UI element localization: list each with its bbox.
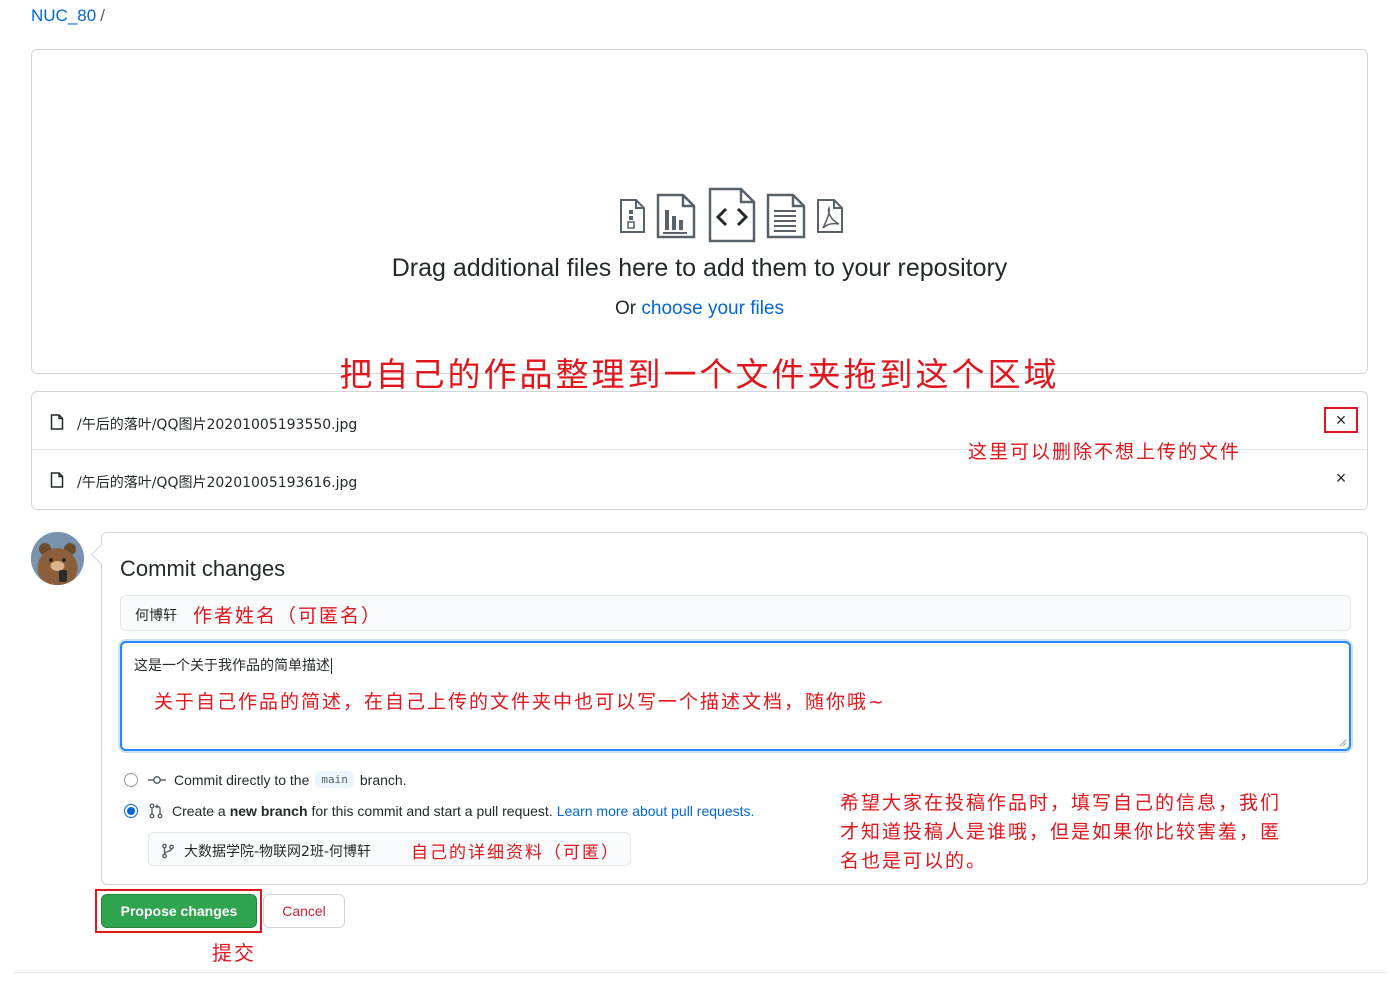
file-dropzone[interactable]: Drag additional files here to add them t… bbox=[31, 49, 1368, 394]
description-annotation: 关于自己作品的简述，在自己上传的文件夹中也可以写一个描述文档，随你哦~ bbox=[154, 691, 886, 713]
new-branch-radio[interactable] bbox=[124, 804, 138, 818]
commit-direct-option[interactable]: Commit directly to the main branch. bbox=[124, 771, 407, 788]
file-pdf-icon bbox=[817, 199, 843, 233]
choose-files-link[interactable]: choose your files bbox=[641, 298, 784, 319]
propose-changes-button[interactable]: Propose changes bbox=[101, 894, 257, 928]
learn-more-pr-link[interactable]: Learn more about pull requests. bbox=[557, 803, 755, 819]
delete-annotation: 这里可以删除不想上传的文件 bbox=[968, 441, 1242, 463]
new-branch-suffix: for this commit and start a pull request… bbox=[311, 803, 553, 819]
new-branch-bold: new branch bbox=[229, 803, 308, 819]
branch-name-chip: main bbox=[315, 771, 354, 788]
commit-direct-radio[interactable] bbox=[124, 772, 138, 787]
branch-name-input[interactable]: 大数据学院-物联网2班-何博轩 自己的详细资料（可匿） bbox=[148, 832, 631, 866]
git-branch-icon bbox=[162, 843, 174, 859]
commit-direct-prefix: Commit directly to the bbox=[174, 771, 310, 788]
git-commit-icon bbox=[148, 775, 166, 784]
info-annotation: 希望大家在投稿作品时，填写自己的信息，我们才知道投稿人是谁哦，但是如果你比较害羞… bbox=[840, 792, 1282, 872]
resize-grip-icon[interactable] bbox=[1339, 739, 1347, 747]
repo-link[interactable]: NUC_80 bbox=[31, 6, 96, 25]
file-zip-icon bbox=[620, 199, 645, 233]
commit-direct-suffix: branch. bbox=[359, 771, 407, 788]
submit-annotation: 提交 bbox=[212, 941, 256, 965]
file-text-icon bbox=[766, 193, 806, 239]
file-type-icons bbox=[617, 186, 849, 244]
commit-title: Commit changes bbox=[120, 556, 286, 581]
pull-request-icon bbox=[149, 803, 163, 819]
breadcrumb: NUC_80/ bbox=[31, 6, 105, 26]
branch-name-value: 大数据学院-物联网2班-何博轩 bbox=[184, 844, 372, 860]
commit-description-textarea[interactable]: 这是一个关于我作品的简单描述 关于自己作品的简述，在自己上传的文件夹中也可以写一… bbox=[120, 641, 1351, 751]
commit-description-value: 这是一个关于我作品的简单描述 bbox=[134, 655, 332, 675]
file-icon bbox=[50, 472, 64, 488]
file-name: /午后的落叶/QQ图片20201005193616.jpg bbox=[77, 475, 358, 491]
commit-summary-value: 何博轩 bbox=[135, 608, 177, 624]
breadcrumb-separator: / bbox=[100, 6, 105, 25]
file-icon bbox=[50, 414, 64, 430]
remove-file-button[interactable]: × bbox=[1324, 407, 1358, 433]
or-text: Or bbox=[615, 298, 637, 319]
new-branch-option[interactable]: Create a new branch for this commit and … bbox=[124, 803, 754, 819]
summary-annotation: 作者姓名（可匿名） bbox=[193, 605, 383, 627]
dropzone-subtitle: Or choose your files bbox=[32, 298, 1367, 320]
file-chart-icon bbox=[656, 193, 696, 239]
dropzone-title: Drag additional files here to add them t… bbox=[391, 254, 1008, 282]
branch-annotation: 自己的详细资料（可匿） bbox=[411, 843, 620, 863]
avatar[interactable] bbox=[31, 532, 84, 585]
remove-file-button[interactable]: × bbox=[1324, 465, 1358, 491]
file-name: /午后的落叶/QQ图片20201005193550.jpg bbox=[77, 417, 358, 433]
commit-summary-input[interactable]: 何博轩 作者姓名（可匿名） bbox=[120, 595, 1351, 631]
cancel-button[interactable]: Cancel bbox=[263, 894, 345, 928]
bear-avatar-icon bbox=[31, 532, 84, 585]
new-branch-prefix: Create a bbox=[172, 803, 226, 819]
dropzone-annotation: 把自己的作品整理到一个文件夹拖到这个区域 bbox=[339, 355, 1060, 394]
divider bbox=[14, 972, 1386, 973]
file-code-icon bbox=[708, 187, 756, 243]
